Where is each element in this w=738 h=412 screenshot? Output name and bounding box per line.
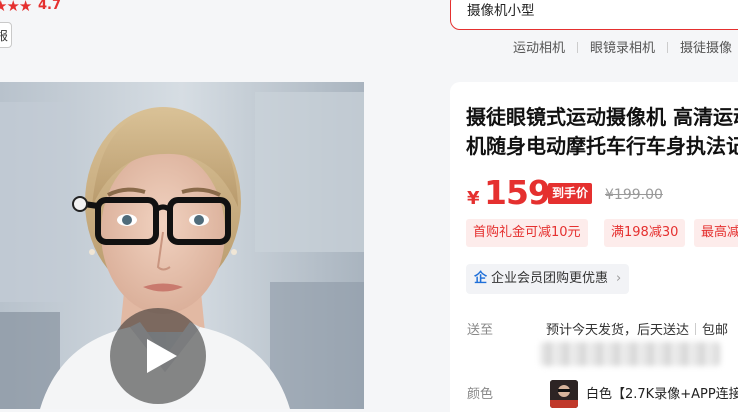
color-option-thumbnail[interactable]: [550, 380, 578, 408]
price-value: 159: [484, 173, 551, 212]
blurred-address[interactable]: [540, 342, 720, 366]
divider: [577, 42, 579, 53]
enterprise-member-text: 企业会员团购更优惠: [491, 271, 609, 286]
hot-search-words: 运动相机 眼镜录相机 摄徒摄像: [513, 40, 732, 58]
coupon-tag[interactable]: 最高减: [694, 219, 738, 247]
enterprise-member-link[interactable]: 企企业会员团购更优惠 ›: [466, 264, 630, 294]
ship-to-label: 送至: [467, 323, 494, 338]
divider: [667, 42, 669, 53]
enterprise-icon: 企: [474, 271, 488, 286]
coupon-tag[interactable]: 首购礼金可减10元: [466, 219, 588, 247]
color-option-label[interactable]: 白色【2.7K录像+APP连接: [586, 386, 738, 404]
product-title-line: 机随身电动摩托车行车身执法记: [466, 134, 738, 158]
hot-word[interactable]: 眼镜录相机: [590, 41, 655, 56]
rating-stars: ★★★: [0, 0, 32, 15]
product-title-line: 摄徒眼镜式运动摄像机 高清运动: [466, 105, 738, 129]
chevron-right-icon: ›: [616, 271, 622, 286]
product-title: 摄徒眼镜式运动摄像机 高清运动 机随身电动摩托车行车身执法记: [466, 103, 738, 161]
delivery-estimate-text: 预计今天发货，后天送达: [546, 323, 690, 338]
search-query-text: 摄像机小型: [467, 3, 535, 19]
color-thumbnail-image: [550, 380, 578, 408]
original-price: ¥199.00: [605, 187, 663, 203]
final-price-badge: 到手价: [548, 183, 593, 204]
play-icon: [147, 339, 177, 373]
free-shipping-text: 包邮: [702, 323, 729, 338]
hot-word[interactable]: 运动相机: [513, 41, 565, 56]
color-label: 颜色: [467, 387, 494, 402]
coupon-tag[interactable]: 满198减30: [604, 219, 686, 247]
report-button[interactable]: 报: [0, 22, 12, 48]
price-currency: ¥: [467, 188, 480, 209]
rating-score: 4.7: [38, 0, 62, 13]
divider: [695, 323, 697, 335]
hot-word[interactable]: 摄徒摄像: [680, 41, 732, 56]
play-button[interactable]: [110, 308, 206, 404]
delivery-estimate: 预计今天发货，后天送达 包邮: [546, 322, 728, 340]
